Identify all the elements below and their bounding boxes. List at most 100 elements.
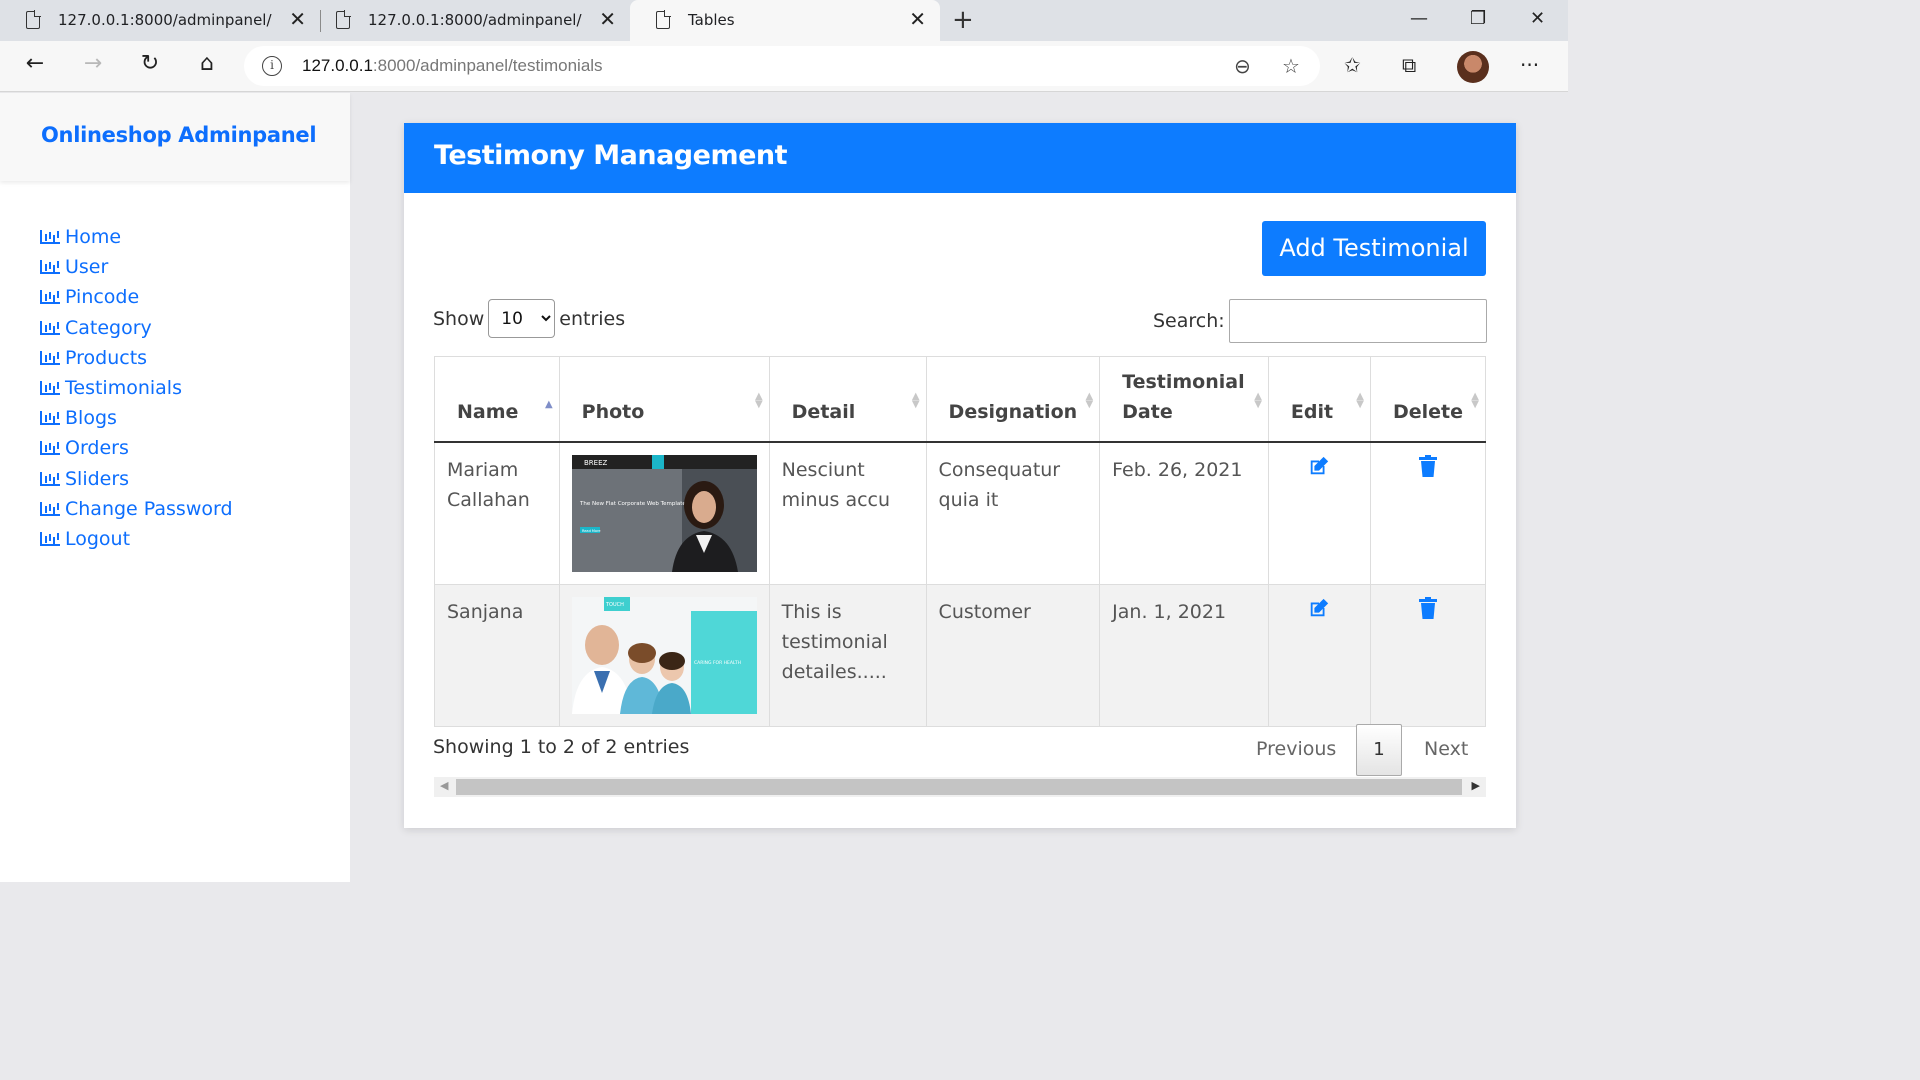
- bar-chart-icon: [40, 260, 60, 275]
- photo-brand-text: TOUCH: [605, 602, 624, 608]
- testimonials-table: Name ▲ Photo ▲ ▼ Detail ▲ ▼ Designation ▲ ▼ Tes…: [434, 356, 1487, 727]
- page-icon: [26, 10, 41, 29]
- search-input[interactable]: [1228, 299, 1487, 343]
- testimony-card: Testimony Management Add Testimonial Sho…: [404, 123, 1516, 828]
- new-tab-icon[interactable]: +: [952, 5, 974, 35]
- tab-title: Tables: [688, 11, 735, 29]
- brand-header: Onlineshop Adminpanel: [0, 93, 350, 181]
- column-header-photo[interactable]: Photo ▲ ▼: [558, 356, 770, 443]
- sidebar-item-home[interactable]: Home: [40, 222, 233, 252]
- table-row: Sanjana TOUCH CARING FOR HEALTH This is …: [434, 583, 1487, 727]
- home-icon[interactable]: ⌂: [192, 51, 222, 76]
- testimonial-photo: TOUCH CARING FOR HEALTH: [571, 596, 757, 714]
- sidebar-item-label: Testimonials: [65, 377, 182, 400]
- minimize-icon[interactable]: —: [1410, 8, 1428, 29]
- back-icon[interactable]: ←: [20, 51, 50, 76]
- sidebar-item-label: Change Password: [65, 497, 233, 520]
- scroll-left-icon[interactable]: ◀: [440, 779, 448, 792]
- cell-photo: BREEZ The New Flat Corporate Web Templat…: [558, 441, 770, 585]
- pagination-next[interactable]: Next: [1424, 738, 1468, 760]
- sidebar-item-category[interactable]: Category: [40, 313, 233, 343]
- trash-icon[interactable]: [1418, 596, 1437, 619]
- tab-title: 127.0.0.1:8000/adminpanel/: [368, 11, 582, 29]
- add-testimonial-button[interactable]: Add Testimonial: [1262, 221, 1486, 276]
- close-tab-icon[interactable]: ✕: [599, 8, 616, 30]
- column-header-designation[interactable]: Designation ▲ ▼: [925, 356, 1101, 443]
- bar-chart-icon: [40, 381, 60, 396]
- column-header-detail[interactable]: Detail ▲ ▼: [768, 356, 927, 443]
- column-header-name[interactable]: Name ▲: [434, 356, 560, 443]
- horizontal-scrollbar[interactable]: ◀ ▶: [434, 777, 1486, 797]
- bar-chart-icon: [40, 441, 60, 456]
- sort-icon: ▲ ▼: [1471, 390, 1479, 410]
- cell-designation: Consequatur quia it: [925, 441, 1101, 585]
- sidebar-item-sliders[interactable]: Sliders: [40, 464, 233, 494]
- cell-edit: [1267, 583, 1371, 727]
- sidebar-item-blogs[interactable]: Blogs: [40, 403, 233, 433]
- bar-chart-icon: [40, 320, 60, 335]
- favorites-icon[interactable]: ✩: [1344, 53, 1361, 77]
- sidebar-item-orders[interactable]: Orders: [40, 433, 233, 463]
- restore-icon[interactable]: ❐: [1470, 8, 1486, 29]
- search-label: Search:: [1153, 310, 1225, 332]
- cell-edit: [1267, 441, 1371, 585]
- window-close-icon[interactable]: ✕: [1530, 8, 1545, 29]
- sidebar-item-label: Home: [65, 226, 122, 249]
- sidebar-item-change-password[interactable]: Change Password: [40, 494, 233, 524]
- bar-chart-icon: [40, 471, 60, 486]
- sidebar-item-pincode[interactable]: Pincode: [40, 282, 233, 312]
- cell-name: Sanjana: [434, 583, 560, 727]
- sidebar-item-logout[interactable]: Logout: [40, 524, 233, 554]
- browser-tab-active[interactable]: Tables ✕: [630, 0, 940, 41]
- bar-chart-icon: [40, 290, 60, 305]
- page-icon: [656, 10, 671, 29]
- sort-asc-icon: ▲: [544, 398, 553, 410]
- entries-select[interactable]: 10: [488, 299, 556, 338]
- refresh-icon[interactable]: ↻: [135, 51, 165, 76]
- avatar[interactable]: [1457, 51, 1489, 83]
- testimonial-photo: BREEZ The New Flat Corporate Web Templat…: [571, 454, 757, 572]
- add-favorite-icon[interactable]: ☆: [1282, 54, 1300, 78]
- edit-icon[interactable]: [1308, 597, 1330, 619]
- bar-chart-icon: [40, 230, 60, 245]
- sidebar-item-user[interactable]: User: [40, 252, 233, 282]
- photo-headline-text: The New Flat Corporate Web Template: [579, 501, 686, 507]
- url-field[interactable]: i 127.0.0.1:8000/adminpanel/testimonials…: [244, 46, 1320, 86]
- search-control: Search:: [1153, 299, 1487, 343]
- sidebar-item-label: User: [65, 256, 109, 279]
- pagination-previous[interactable]: Previous: [1256, 738, 1336, 760]
- sidebar-item-testimonials[interactable]: Testimonials: [40, 373, 233, 403]
- cell-detail: This is testimonial detailes.....: [768, 583, 927, 727]
- forward-icon[interactable]: →: [78, 51, 108, 76]
- close-tab-icon[interactable]: ✕: [909, 8, 926, 30]
- page-title: Testimony Management: [434, 140, 788, 171]
- column-header-date[interactable]: Testimonial Date ▲ ▼: [1099, 356, 1269, 443]
- edit-icon[interactable]: [1308, 455, 1330, 477]
- scrollbar-thumb[interactable]: [456, 779, 1462, 795]
- sidebar-item-products[interactable]: Products: [40, 343, 233, 373]
- trash-icon[interactable]: [1418, 454, 1437, 477]
- length-suffix: entries: [559, 307, 626, 330]
- table-header-row: Name ▲ Photo ▲ ▼ Detail ▲ ▼ Designation ▲ ▼ Tes…: [434, 356, 1487, 443]
- zoom-out-icon[interactable]: ⊖: [1234, 54, 1251, 78]
- more-menu-icon[interactable]: ···: [1520, 53, 1539, 77]
- collections-icon[interactable]: ⧉: [1402, 53, 1416, 77]
- close-tab-icon[interactable]: ✕: [289, 8, 306, 30]
- sidebar-menu: Home User Pincode Category Products Test…: [40, 222, 233, 554]
- url-text[interactable]: 127.0.0.1:8000/adminpanel/testimonials: [302, 56, 603, 76]
- brand-title[interactable]: Onlineshop Adminpanel: [41, 123, 317, 147]
- sidebar: Onlineshop Adminpanel Home User Pincode …: [0, 93, 350, 882]
- sort-icon: ▲ ▼: [1356, 390, 1364, 410]
- photo-banner-text: CARING FOR HEALTH: [694, 660, 741, 666]
- info-icon[interactable]: i: [262, 56, 282, 76]
- scroll-right-icon[interactable]: ▶: [1472, 779, 1480, 792]
- pagination-page-1[interactable]: 1: [1356, 724, 1402, 776]
- browser-tab-2[interactable]: 127.0.0.1:8000/adminpanel/ ✕: [310, 0, 630, 41]
- browser-tab-1[interactable]: 127.0.0.1:8000/adminpanel/ ✕: [0, 0, 320, 41]
- sidebar-item-label: Products: [65, 346, 148, 369]
- column-header-delete[interactable]: Delete ▲ ▼: [1369, 356, 1487, 443]
- cell-date: Jan. 1, 2021: [1099, 583, 1269, 727]
- browser-tab-strip: 127.0.0.1:8000/adminpanel/ ✕ 127.0.0.1:8…: [0, 0, 1568, 41]
- sidebar-item-label: Blogs: [65, 407, 117, 430]
- column-header-edit[interactable]: Edit ▲ ▼: [1267, 356, 1371, 443]
